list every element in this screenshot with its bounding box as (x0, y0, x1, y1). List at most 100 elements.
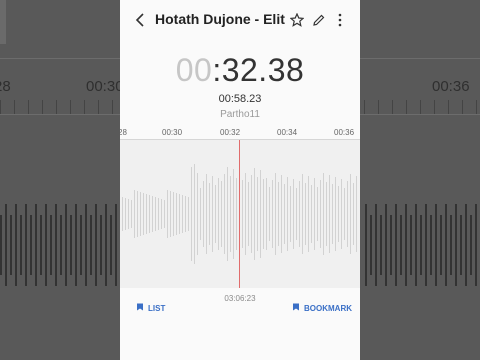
waveform-bar (134, 190, 135, 238)
background-time-label: 00:36 (432, 78, 470, 95)
ruler-label: 00:30 (162, 128, 183, 137)
waveform-bar (131, 200, 132, 228)
waveform-bar (227, 167, 228, 261)
waveform-bar (164, 200, 165, 228)
voice-recorder-screen: Hotath Dujone - Elitа... 00:32.38 00:58.… (120, 0, 360, 360)
background-wave-bar (35, 204, 37, 286)
waveform-bar (305, 183, 306, 245)
waveform-bar (281, 175, 282, 253)
background-wave-bar (370, 215, 372, 275)
background-tick (378, 100, 379, 114)
top-app-bar: Hotath Dujone - Elitа... (120, 0, 360, 40)
list-button[interactable]: LIST (136, 303, 165, 313)
background-tick (0, 100, 1, 114)
waveform-bar (191, 167, 192, 261)
waveform-bar (299, 181, 300, 247)
waveform-bar (344, 188, 345, 240)
background-wave-bar (70, 215, 72, 275)
playhead[interactable] (239, 140, 240, 288)
waveform-bar (245, 173, 246, 255)
waveform[interactable] (120, 140, 360, 288)
waveform-bar (317, 187, 318, 241)
background-wave-bar (365, 204, 367, 286)
background-wave-bar (375, 204, 377, 286)
background-wave-bar (430, 215, 432, 275)
waveform-bar (218, 178, 219, 250)
waveform-bar (143, 193, 144, 235)
background-tick (434, 100, 435, 114)
ruler-label: 00:36 (334, 128, 355, 137)
background-wave-bar (445, 204, 447, 286)
bookmark-icon (292, 303, 300, 313)
background-wave-bar (465, 204, 467, 286)
waveform-bar (335, 177, 336, 251)
waveform-bar (146, 194, 147, 234)
waveform-bar (356, 176, 357, 252)
background-tick (448, 100, 449, 114)
bookmark-button[interactable]: BOOKMARK (292, 303, 352, 313)
ruler-label: 28 (120, 128, 127, 137)
waveform-bar (236, 178, 237, 250)
background-tick (406, 100, 407, 114)
waveform-bar (269, 187, 270, 241)
list-label: LIST (148, 303, 166, 313)
waveform-bar (197, 173, 198, 255)
background-wave-bar (405, 204, 407, 286)
background-wave-bar (115, 204, 117, 286)
background-wave-bar (380, 215, 382, 275)
waveform-bar (221, 181, 222, 247)
more-vert-icon[interactable] (332, 10, 348, 30)
background-wave-bar (30, 215, 32, 275)
back-arrow-icon[interactable] (132, 10, 148, 30)
background-tick (364, 100, 365, 114)
waveform-bar (125, 198, 126, 230)
background-wave-bar (400, 215, 402, 275)
waveform-bar (347, 181, 348, 247)
background-tick (28, 100, 29, 114)
waveform-bar (182, 195, 183, 233)
background-wave-bar (0, 215, 2, 275)
background-wave-bar (105, 204, 107, 286)
waveform-bar (152, 196, 153, 232)
timer-minutes: 00 (175, 52, 213, 88)
waveform-bar (212, 176, 213, 252)
ruler-label: 00:34 (277, 128, 298, 137)
background-tick (462, 100, 463, 114)
waveform-bar (332, 184, 333, 244)
background-tick (14, 100, 15, 114)
waveform-bar (296, 188, 297, 240)
waveform-bar (287, 177, 288, 251)
list-icon (136, 303, 144, 313)
pencil-icon[interactable] (310, 10, 328, 30)
background-wave-bar (60, 215, 62, 275)
background-time-label: 28 (0, 78, 11, 95)
background-wave-bar (95, 204, 97, 286)
waveform-bar (323, 173, 324, 255)
background-tick (70, 100, 71, 114)
waveform-bar (293, 179, 294, 249)
background-strip (0, 0, 6, 44)
waveform-bar (251, 175, 252, 253)
waveform-bar (206, 174, 207, 254)
elapsed-timer: 00:32.38 (120, 52, 360, 89)
background-tick (476, 100, 477, 114)
waveform-bar (254, 168, 255, 260)
background-wave-bar (450, 215, 452, 275)
background-wave-bar (390, 215, 392, 275)
waveform-bar (179, 194, 180, 234)
background-wave-bar (10, 215, 12, 275)
background-wave-bar (50, 215, 52, 275)
ruler-label: 00:32 (220, 128, 241, 137)
waveform-bar (200, 188, 201, 240)
waveform-bar (242, 180, 243, 248)
background-wave-bar (40, 215, 42, 275)
waveform-bar (128, 199, 129, 229)
background-tick (392, 100, 393, 114)
background-tick (112, 100, 113, 114)
background-wave-bar (5, 204, 7, 286)
background-tick (56, 100, 57, 114)
background-wave-bar (100, 215, 102, 275)
background-wave-bar (455, 204, 457, 286)
waveform-bar (224, 174, 225, 254)
star-icon[interactable] (288, 10, 306, 30)
